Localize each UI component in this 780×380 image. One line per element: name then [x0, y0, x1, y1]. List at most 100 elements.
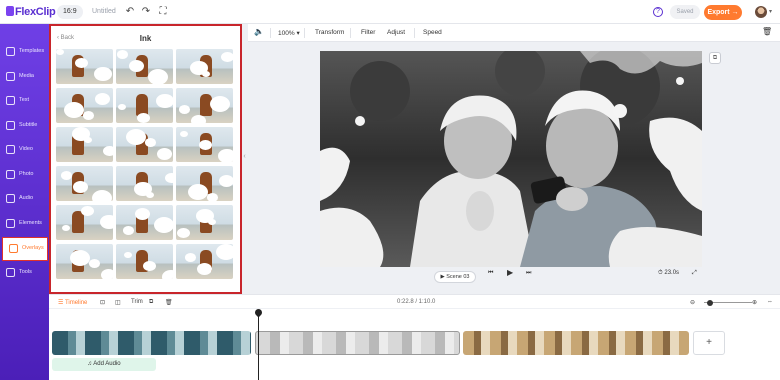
chevron-down-icon[interactable]: ▾	[769, 8, 772, 15]
previous-icon[interactable]: ⏮	[488, 270, 493, 277]
ink-splash	[157, 148, 172, 160]
project-name[interactable]: Untitled	[92, 8, 116, 15]
next-icon[interactable]: ⏭	[526, 270, 531, 277]
zoom-out-icon[interactable]: ⊖	[690, 299, 695, 306]
timeline-toolbar: ☰ Timeline ⊡ ◫ Trim ⧉ 🗑 0:22.8 / 1:10.0 …	[49, 295, 780, 309]
timeline-clip[interactable]	[52, 331, 251, 355]
layer-icon[interactable]: ⧉	[709, 52, 721, 64]
overlay-thumbnail[interactable]	[116, 49, 173, 84]
playhead-handle[interactable]	[253, 307, 264, 318]
sidebar-item-video[interactable]: Video	[0, 139, 49, 161]
app-logo: FlexClip	[6, 6, 56, 18]
zoom-in-icon[interactable]: ⊕	[752, 299, 757, 306]
trim-button[interactable]: Trim	[131, 299, 143, 305]
sidebar-item-subtitle[interactable]: Subtitle	[0, 115, 49, 137]
overlay-thumbnail[interactable]	[116, 127, 173, 162]
fit-icon[interactable]: ⇔	[767, 299, 773, 305]
volume-icon[interactable]: 🔈	[254, 27, 264, 36]
overlay-thumbnail[interactable]	[176, 49, 233, 84]
split-icon[interactable]: ◫	[115, 299, 121, 306]
overlay-thumbnail[interactable]	[56, 88, 113, 123]
duration-display[interactable]: ⏱ 23.0s	[658, 270, 679, 277]
fullscreen-preview-icon[interactable]: ⤢	[692, 270, 697, 277]
panel-title: Ink	[139, 34, 152, 43]
ink-splash	[210, 96, 230, 112]
app-name: FlexClip	[15, 6, 56, 18]
trash-icon[interactable]: 🗑	[165, 299, 173, 306]
sidebar-item-text[interactable]: Text	[0, 90, 49, 112]
video-preview[interactable]	[320, 51, 702, 267]
ink-splash	[219, 175, 233, 187]
timeline-tab[interactable]: ☰ Timeline	[58, 299, 87, 306]
sidebar-item-audio[interactable]: Audio	[0, 188, 49, 210]
scene-selector[interactable]: ▶ Scene 03	[434, 271, 476, 283]
logo-icon	[6, 6, 14, 16]
sidebar-item-media[interactable]: Media	[0, 66, 49, 88]
overlay-thumbnail[interactable]	[176, 88, 233, 123]
overlay-thumbnail[interactable]	[116, 205, 173, 240]
add-clip-button[interactable]: +	[693, 331, 725, 355]
ink-splash	[129, 60, 144, 72]
text-icon	[6, 96, 15, 105]
export-button[interactable]: Export →	[704, 5, 742, 20]
ink-splash	[135, 208, 150, 220]
ink-splash	[101, 269, 113, 279]
ink-splash	[216, 244, 233, 260]
ink-panel: ‹ Back Ink	[49, 24, 242, 294]
sidebar-item-elements[interactable]: Elements	[0, 213, 49, 235]
overlay-thumbnail[interactable]	[116, 244, 173, 279]
ink-splash	[103, 146, 113, 157]
overlay-thumbnail[interactable]	[56, 49, 113, 84]
collapse-panel-icon[interactable]: ‹	[241, 150, 248, 164]
zoom-select[interactable]: 100% ▾	[278, 29, 300, 37]
filter-button[interactable]: Filter	[361, 29, 375, 36]
sidebar-item-label: Overlays	[22, 245, 44, 251]
overlay-thumbnail[interactable]	[56, 244, 113, 279]
speed-button[interactable]: Speed	[423, 29, 442, 36]
audio-icon	[6, 194, 15, 203]
zoom-slider-knob[interactable]	[707, 299, 713, 306]
transform-button[interactable]: Transform	[315, 29, 344, 36]
avatar[interactable]	[755, 6, 767, 18]
playhead[interactable]	[258, 310, 259, 380]
chevron-down-icon: ▾	[296, 30, 300, 37]
timeline-clip[interactable]	[463, 331, 689, 355]
copy-icon[interactable]: ⧉	[149, 299, 153, 306]
top-bar: FlexClip 16:9 Untitled ↶ ↷ ⛶ ? Saved Exp…	[0, 0, 780, 24]
redo-icon[interactable]: ↷	[140, 6, 152, 18]
overlay-thumbnail[interactable]	[116, 88, 173, 123]
divider	[350, 28, 351, 38]
overlay-thumbnail[interactable]	[116, 166, 173, 201]
ink-splash	[188, 184, 208, 200]
sidebar-item-label: Media	[19, 73, 34, 79]
aspect-ratio-button[interactable]: 16:9	[57, 5, 83, 19]
trash-icon[interactable]: 🗑	[762, 27, 772, 36]
help-icon[interactable]: ?	[653, 7, 663, 17]
insert-icon[interactable]: ⊡	[100, 299, 105, 306]
overlay-thumbnail[interactable]	[56, 166, 113, 201]
sidebar-item-overlays[interactable]: Overlays	[2, 237, 48, 261]
timeline-clip-selected[interactable]	[255, 331, 460, 355]
sidebar-item-photo[interactable]: Photo	[0, 164, 49, 186]
ink-splash	[145, 138, 156, 147]
sidebar-item-tools[interactable]: Tools	[0, 262, 49, 284]
adjust-button[interactable]: Adjust	[387, 29, 405, 36]
overlay-thumbnail[interactable]	[176, 127, 233, 162]
add-audio-button[interactable]: ♫ Add Audio	[52, 358, 156, 371]
overlay-thumbnail[interactable]	[56, 205, 113, 240]
scene-label: Scene 03	[446, 274, 470, 280]
overlay-thumbnail[interactable]	[176, 244, 233, 279]
overlay-thumbnail[interactable]	[176, 166, 233, 201]
overlay-thumbnail[interactable]	[56, 127, 113, 162]
time-display: 0:22.8 / 1:10.0	[397, 299, 436, 305]
ink-splash	[83, 111, 94, 120]
undo-icon[interactable]: ↶	[124, 6, 136, 18]
fullscreen-icon[interactable]: ⛶	[157, 6, 169, 18]
ink-splash	[148, 69, 168, 84]
overlay-thumbnail[interactable]	[176, 205, 233, 240]
overlay-thumbnail-grid	[56, 49, 236, 279]
ink-splash	[126, 129, 146, 145]
sidebar-item-templates[interactable]: Templates	[0, 41, 49, 63]
sidebar-item-label: Video	[19, 146, 33, 152]
play-icon[interactable]: ▶	[507, 268, 513, 277]
